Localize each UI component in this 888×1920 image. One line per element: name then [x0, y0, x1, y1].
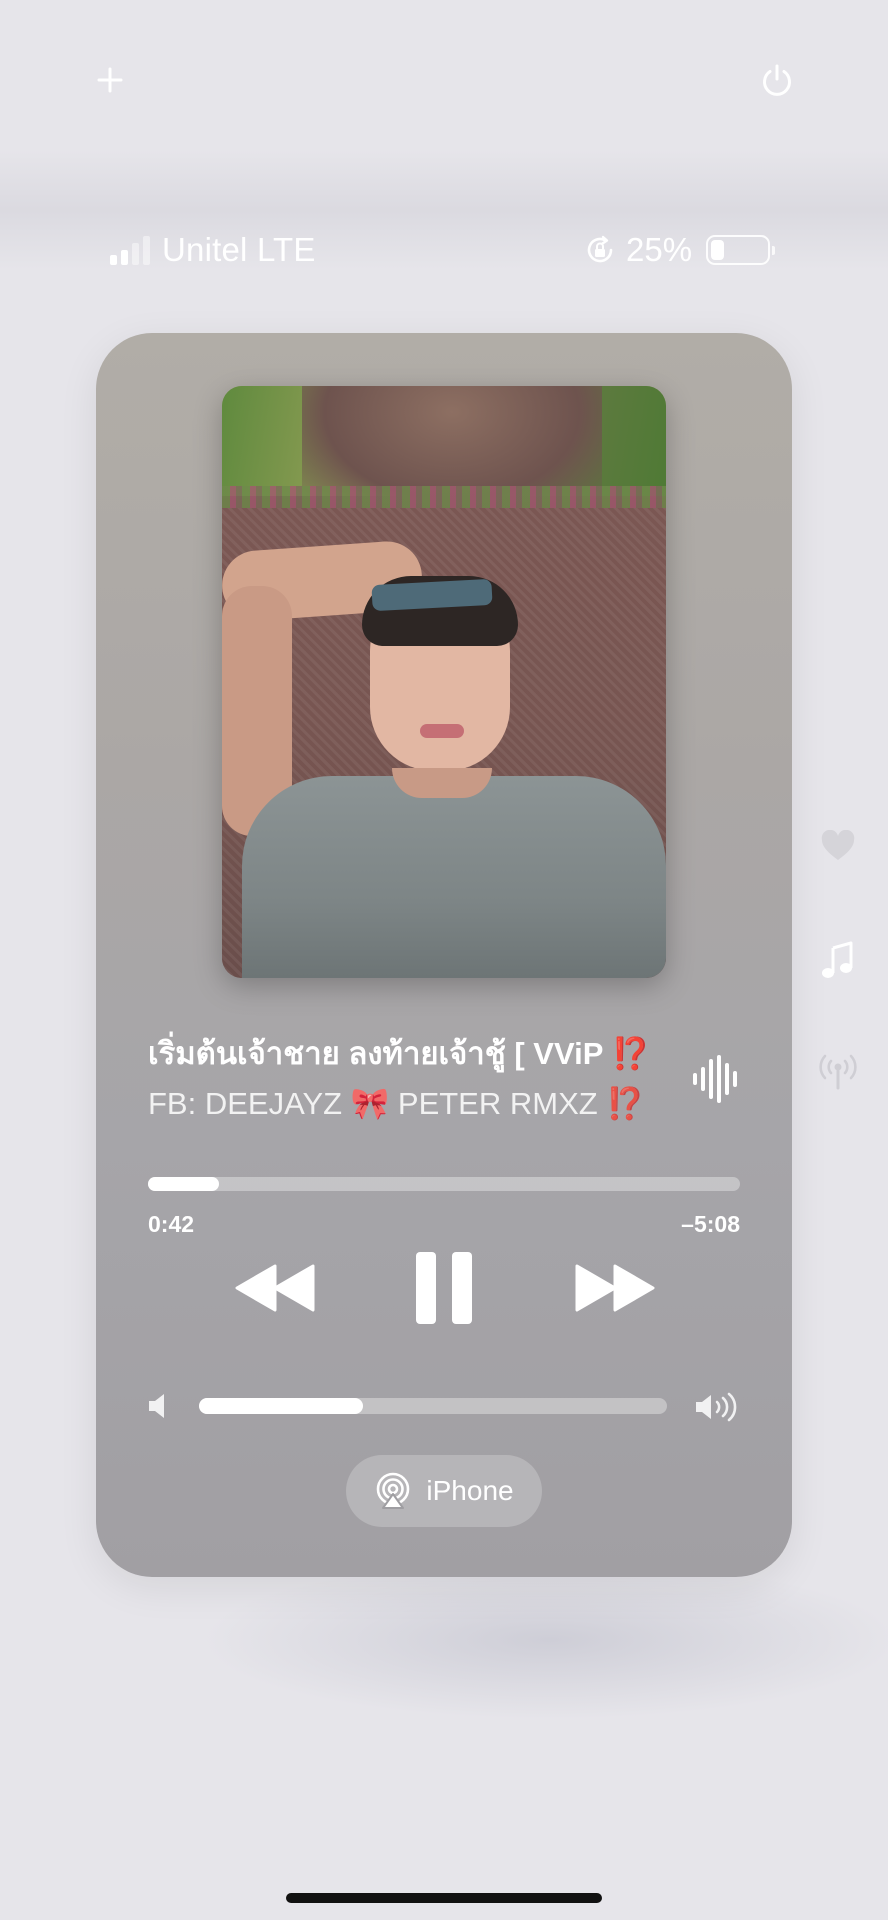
home-indicator[interactable] — [286, 1893, 602, 1903]
album-artwork[interactable] — [222, 386, 666, 978]
airplay-icon — [377, 1472, 410, 1509]
volume-level — [199, 1398, 363, 1414]
fast-forward-button[interactable] — [570, 1253, 660, 1323]
rewind-button[interactable] — [230, 1253, 320, 1323]
favorites-page-indicator[interactable] — [818, 826, 858, 866]
status-bar-right: 25% — [584, 228, 776, 272]
playback-scrubber[interactable] — [148, 1177, 740, 1191]
track-title[interactable]: เริ่มต้นเจ้าชาย ลงท้ายเจ้าชู้ [ VViP ⁉️ — [148, 1028, 668, 1078]
add-button[interactable] — [88, 58, 132, 102]
speaker-high-icon — [696, 1392, 737, 1422]
cellular-signal-icon — [110, 235, 150, 265]
now-playing-card: เริ่มต้นเจ้าชาย ลงท้ายเจ้าชู้ [ VViP ⁉️ … — [96, 333, 792, 1577]
music-note-icon — [822, 941, 853, 978]
playback-progress — [148, 1177, 220, 1191]
speaker-low-icon — [149, 1394, 164, 1418]
battery-icon — [706, 235, 776, 265]
rewind-icon — [235, 1264, 315, 1312]
power-button[interactable] — [755, 58, 799, 102]
audio-waveform-button[interactable] — [690, 1053, 740, 1105]
background-blur — [200, 1560, 888, 1720]
audio-waveform-icon — [693, 1055, 737, 1103]
volume-slider[interactable] — [199, 1398, 667, 1414]
track-artist[interactable]: FB: DEEJAYZ 🎀 PETER RMXZ ⁉️ — [148, 1085, 688, 1122]
airplay-output-button[interactable]: iPhone — [346, 1455, 542, 1527]
track-title-text: เริ่มต้นเจ้าชาย ลงท้ายเจ้าชู้ [ VViP — [148, 1036, 612, 1071]
pause-icon — [416, 1252, 472, 1324]
track-title-mark: ⁉️ — [611, 1036, 651, 1071]
music-page-indicator[interactable] — [818, 940, 858, 980]
heart-icon — [821, 830, 855, 860]
remaining-time: –5:08 — [681, 1211, 740, 1237]
battery-percentage: 25% — [626, 231, 693, 268]
status-bar-left: Unitel LTE — [110, 228, 316, 272]
fast-forward-icon — [575, 1264, 655, 1312]
connectivity-page-indicator[interactable] — [818, 1052, 858, 1092]
pause-button[interactable] — [404, 1245, 484, 1331]
antenna-icon — [819, 1054, 857, 1090]
battery-level — [711, 240, 725, 260]
elapsed-time: 0:42 — [148, 1211, 195, 1237]
power-icon — [763, 64, 791, 96]
output-device-label: iPhone — [426, 1475, 514, 1506]
rotation-lock-icon — [587, 235, 613, 263]
carrier-label: Unitel LTE — [162, 231, 316, 268]
plus-icon — [97, 67, 123, 93]
